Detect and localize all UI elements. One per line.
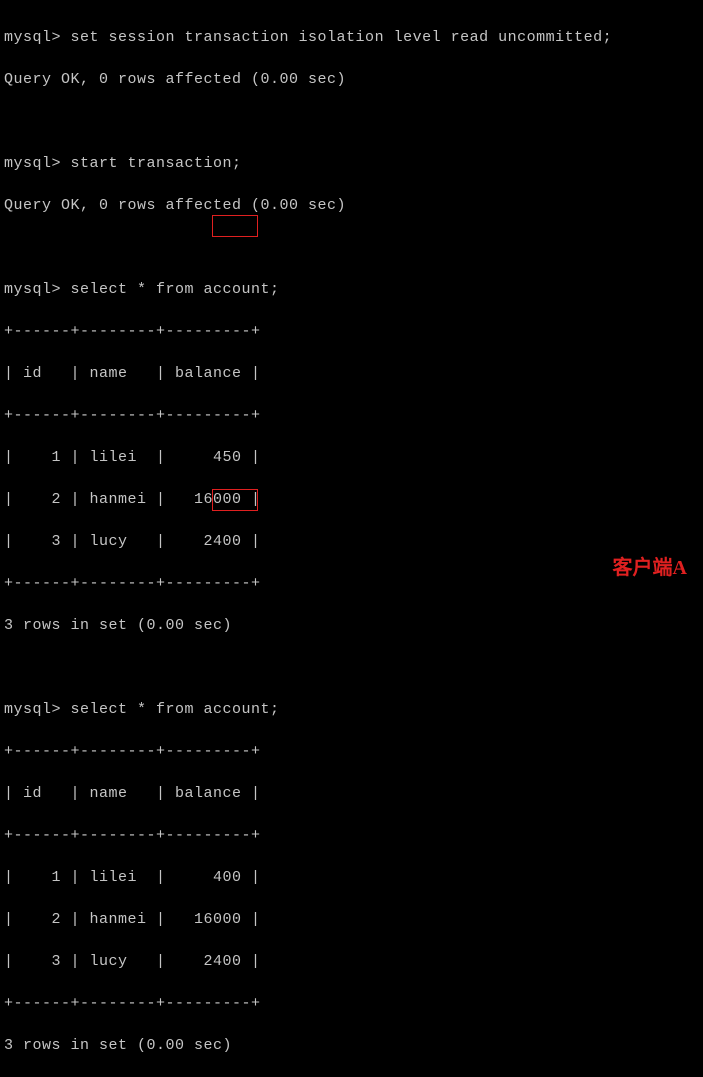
table-separator: +------+--------+---------+ [4, 741, 699, 762]
table-row: | 3 | lucy | 2400 | [4, 531, 699, 552]
command-line-4: mysql> select * from account; [4, 699, 699, 720]
command-text: select * from account; [71, 701, 280, 718]
command-line-1: mysql> set session transaction isolation… [4, 27, 699, 48]
rows-summary: 3 rows in set (0.00 sec) [4, 1035, 699, 1056]
rows-summary: 3 rows in set (0.00 sec) [4, 615, 699, 636]
table-separator: +------+--------+---------+ [4, 321, 699, 342]
prompt: mysql> [4, 29, 71, 46]
command-line-3: mysql> select * from account; [4, 279, 699, 300]
client-label: 客户端A [613, 554, 687, 582]
blank [4, 657, 699, 678]
response-ok-1: Query OK, 0 rows affected (0.00 sec) [4, 69, 699, 90]
prompt: mysql> [4, 155, 71, 172]
response-ok-2: Query OK, 0 rows affected (0.00 sec) [4, 195, 699, 216]
table-row: | 1 | lilei | 450 | [4, 447, 699, 468]
command-text: select * from account; [71, 281, 280, 298]
prompt: mysql> [4, 281, 71, 298]
command-line-2: mysql> start transaction; [4, 153, 699, 174]
table-row: | 3 | lucy | 2400 | [4, 951, 699, 972]
table-row: | 2 | hanmei | 16000 | [4, 489, 699, 510]
command-text: start transaction; [71, 155, 242, 172]
table-row: | 1 | lilei | 400 | [4, 867, 699, 888]
table-header: | id | name | balance | [4, 783, 699, 804]
table-separator: +------+--------+---------+ [4, 573, 699, 594]
table-separator: +------+--------+---------+ [4, 405, 699, 426]
prompt: mysql> [4, 701, 71, 718]
blank [4, 237, 699, 258]
terminal-output: mysql> set session transaction isolation… [4, 6, 699, 1077]
table-header: | id | name | balance | [4, 363, 699, 384]
table-row: | 2 | hanmei | 16000 | [4, 909, 699, 930]
blank [4, 111, 699, 132]
table-separator: +------+--------+---------+ [4, 993, 699, 1014]
command-text: set session transaction isolation level … [71, 29, 613, 46]
table-separator: +------+--------+---------+ [4, 825, 699, 846]
